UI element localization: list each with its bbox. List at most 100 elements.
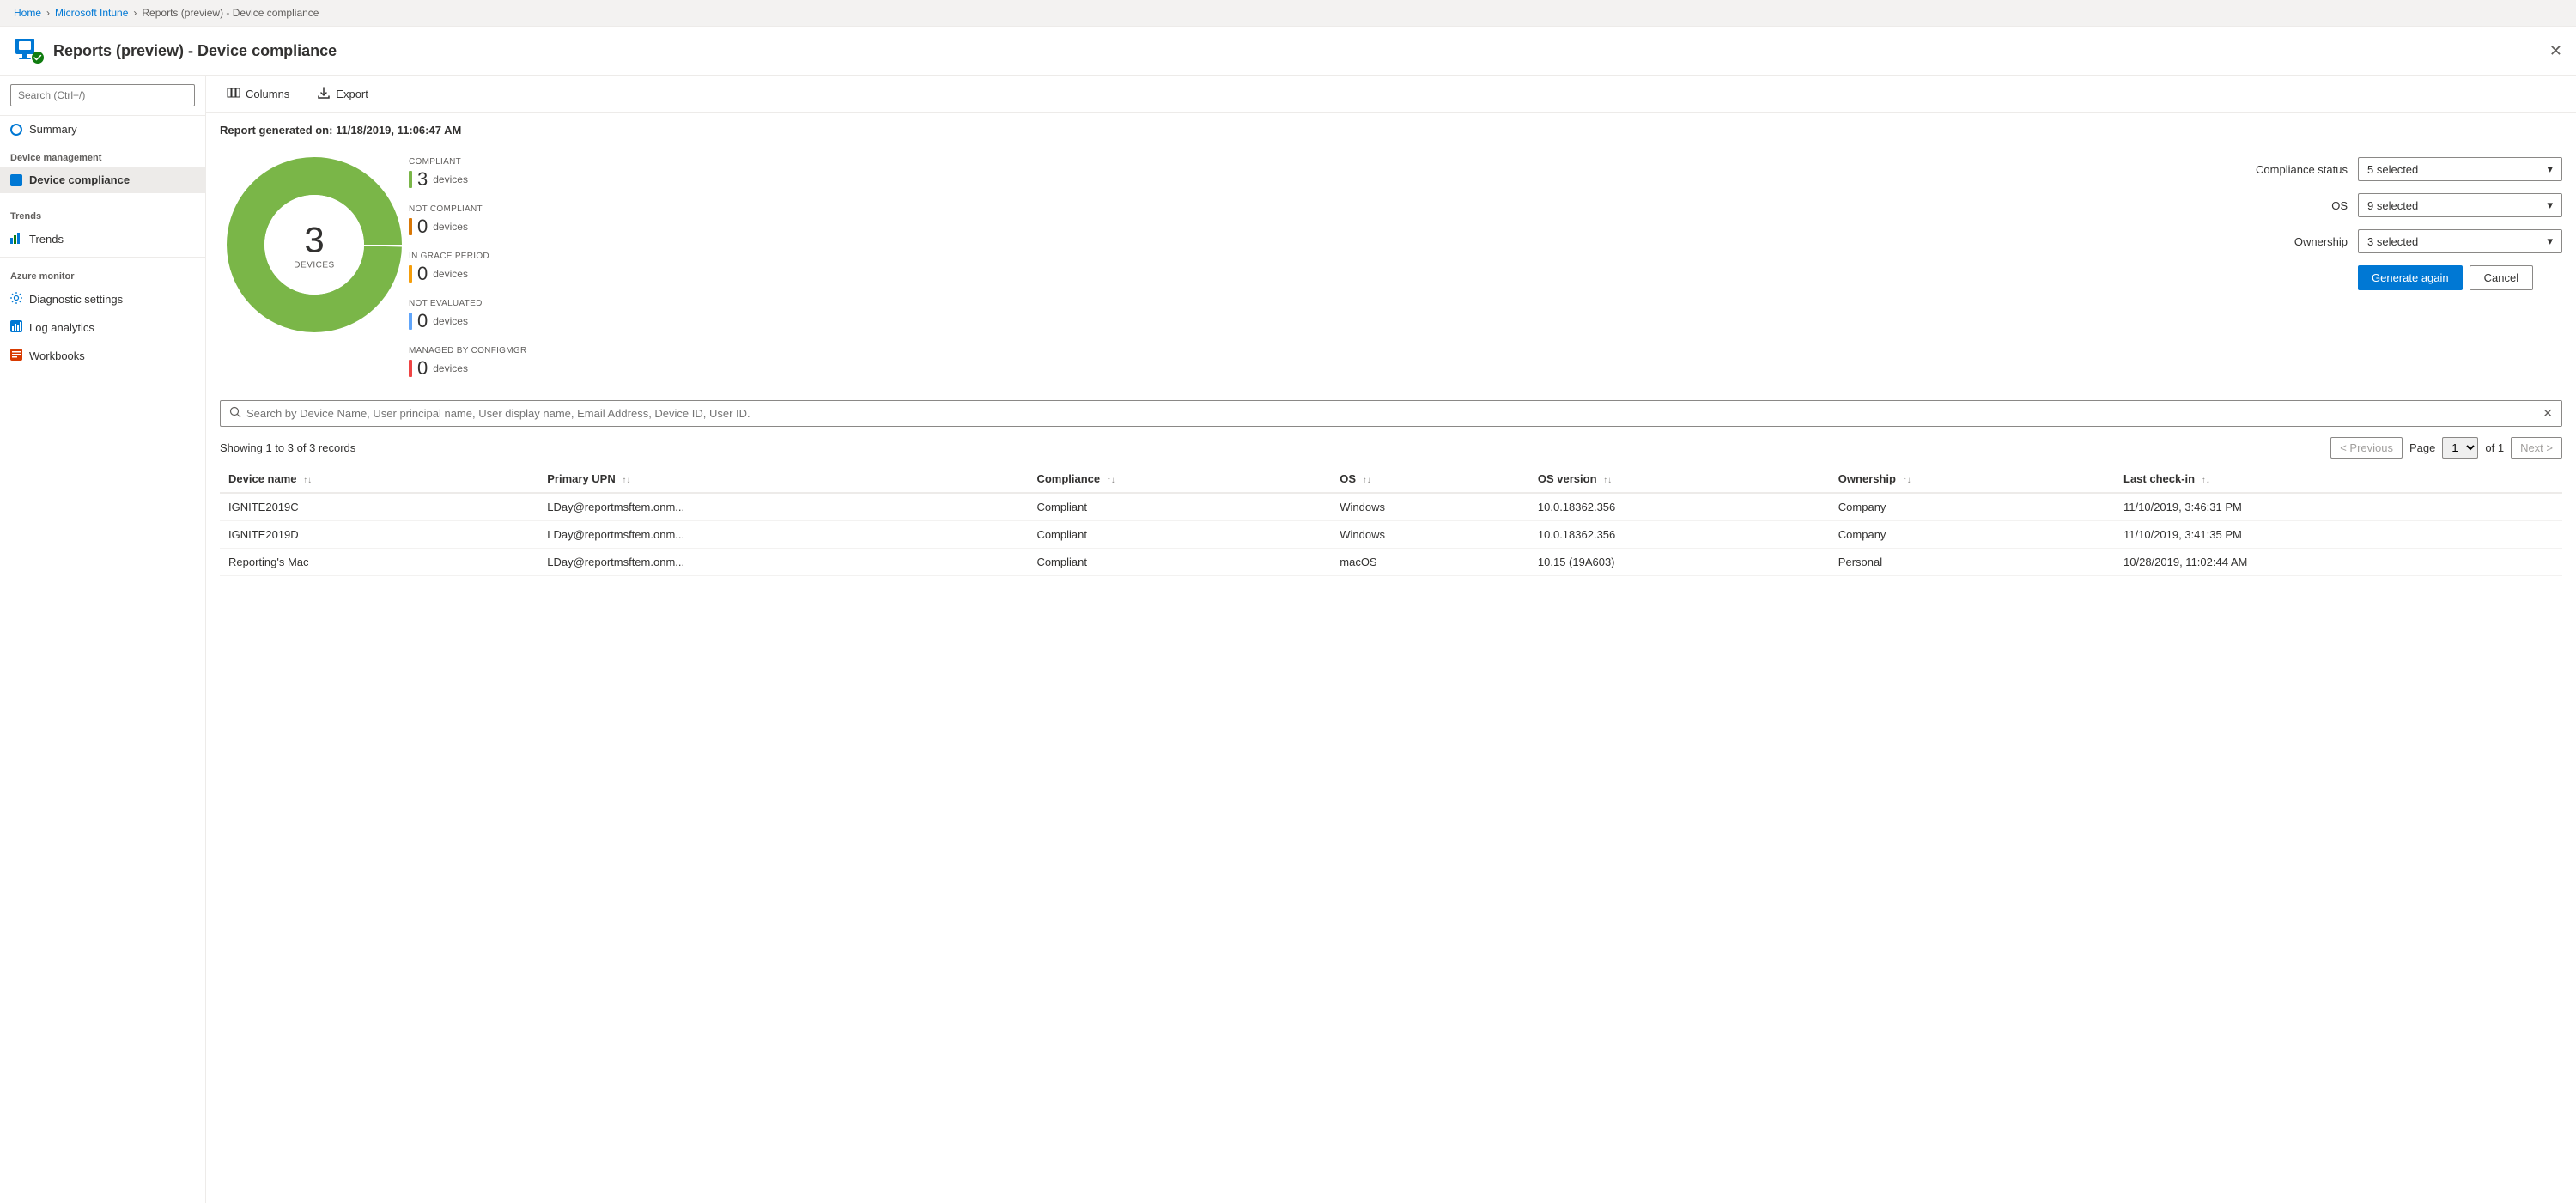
- chevron-down-icon: ▾: [2547, 162, 2553, 176]
- legend-compliant: COMPLIANT 3 devices: [409, 157, 546, 191]
- cell-compliance: Compliant: [1028, 521, 1331, 549]
- col-os[interactable]: OS ↑↓: [1331, 465, 1529, 493]
- data-table: Device name ↑↓ Primary UPN ↑↓ Compliance…: [220, 465, 2562, 576]
- col-last-checkin[interactable]: Last check-in ↑↓: [2115, 465, 2562, 493]
- breadcrumb: Home › Microsoft Intune › Reports (previ…: [0, 0, 2576, 27]
- cell-primary-upn: LDay@reportmsftem.onm...: [538, 521, 1028, 549]
- cell-os: macOS: [1331, 549, 1529, 576]
- columns-icon: [227, 86, 240, 102]
- table-row: IGNITE2019C LDay@reportmsftem.onm... Com…: [220, 493, 2562, 521]
- search-section: ✕: [206, 393, 2576, 434]
- sidebar-item-label: Summary: [29, 123, 77, 136]
- pagination: < Previous Page 1 of 1 Next >: [2330, 437, 2562, 459]
- search-icon: [229, 406, 241, 421]
- next-button[interactable]: Next >: [2511, 437, 2562, 459]
- export-button[interactable]: Export: [310, 82, 375, 106]
- cell-os-version: 10.0.18362.356: [1529, 521, 1830, 549]
- cell-primary-upn: LDay@reportmsftem.onm...: [538, 549, 1028, 576]
- records-count: Showing 1 to 3 of 3 records: [220, 441, 355, 454]
- device-icon: [10, 174, 22, 186]
- compliance-status-select[interactable]: 5 selected ▾: [2358, 157, 2562, 181]
- analytics-icon: [10, 320, 22, 335]
- os-filter: OS 9 selected ▾: [2253, 193, 2562, 217]
- section-label-azure-monitor: Azure monitor: [0, 261, 205, 285]
- table-row: IGNITE2019D LDay@reportmsftem.onm... Com…: [220, 521, 2562, 549]
- chart-legend: COMPLIANT 3 devices NOT COMPLIANT 0 dev: [409, 150, 546, 380]
- sidebar-item-label: Device compliance: [29, 173, 130, 186]
- cell-os-version: 10.15 (19A603): [1529, 549, 1830, 576]
- chart-center-label: DEVICES: [294, 261, 334, 270]
- generate-again-button[interactable]: Generate again: [2358, 265, 2463, 290]
- page-title: Reports (preview) - Device compliance: [53, 42, 337, 60]
- circle-icon: [10, 124, 22, 136]
- sidebar-item-device-compliance[interactable]: Device compliance: [0, 167, 205, 193]
- records-info: Showing 1 to 3 of 3 records < Previous P…: [206, 434, 2576, 465]
- cell-ownership: Company: [1830, 521, 2115, 549]
- legend-configmgr: MANAGED BY CONFIGMGR 0 devices: [409, 346, 546, 380]
- section-label-trends: Trends: [0, 201, 205, 225]
- table-search-input[interactable]: [246, 407, 2537, 420]
- compliance-status-value: 5 selected: [2367, 163, 2418, 176]
- ownership-filter: Ownership 3 selected ▾: [2253, 229, 2562, 253]
- col-device-name[interactable]: Device name ↑↓: [220, 465, 538, 493]
- cell-ownership: Personal: [1830, 549, 2115, 576]
- search-input[interactable]: [10, 84, 195, 106]
- chevron-down-icon: ▾: [2547, 198, 2553, 212]
- section-label-device-mgmt: Device management: [0, 143, 205, 167]
- data-table-container: Device name ↑↓ Primary UPN ↑↓ Compliance…: [206, 465, 2576, 576]
- sidebar-item-trends[interactable]: Trends: [0, 225, 205, 253]
- sidebar-item-label: Diagnostic settings: [29, 293, 123, 306]
- breadcrumb-home[interactable]: Home: [14, 7, 41, 19]
- cell-device-name: IGNITE2019C: [220, 493, 538, 521]
- col-os-version[interactable]: OS version ↑↓: [1529, 465, 1830, 493]
- legend-not-evaluated: NOT EVALUATED 0 devices: [409, 299, 546, 332]
- sidebar-item-label: Trends: [29, 233, 64, 246]
- sidebar-item-label: Workbooks: [29, 349, 85, 362]
- col-compliance[interactable]: Compliance ↑↓: [1028, 465, 1331, 493]
- table-row: Reporting's Mac LDay@reportmsftem.onm...…: [220, 549, 2562, 576]
- cell-compliance: Compliant: [1028, 493, 1331, 521]
- page-select[interactable]: 1: [2442, 437, 2478, 459]
- toolbar: Columns Export: [206, 76, 2576, 113]
- cancel-button[interactable]: Cancel: [2470, 265, 2533, 290]
- ownership-label: Ownership: [2253, 235, 2348, 248]
- sidebar-item-log-analytics[interactable]: Log analytics: [0, 313, 205, 342]
- bar-icon: [10, 232, 22, 246]
- sidebar-item-diagnostic-settings[interactable]: Diagnostic settings: [0, 285, 205, 313]
- donut-chart: 3 DEVICES: [220, 150, 409, 339]
- columns-button[interactable]: Columns: [220, 82, 296, 106]
- close-button[interactable]: ✕: [2549, 42, 2562, 60]
- cell-ownership: Company: [1830, 493, 2115, 521]
- cell-primary-upn: LDay@reportmsftem.onm...: [538, 493, 1028, 521]
- cell-os-version: 10.0.18362.356: [1529, 493, 1830, 521]
- breadcrumb-intune[interactable]: Microsoft Intune: [55, 7, 128, 19]
- cell-last-checkin: 11/10/2019, 3:41:35 PM: [2115, 521, 2562, 549]
- previous-button[interactable]: < Previous: [2330, 437, 2403, 459]
- os-select[interactable]: 9 selected ▾: [2358, 193, 2562, 217]
- sidebar-item-summary[interactable]: Summary: [0, 116, 205, 143]
- os-label: OS: [2253, 199, 2348, 212]
- sidebar-item-workbooks[interactable]: Workbooks: [0, 342, 205, 370]
- cell-os: Windows: [1331, 493, 1529, 521]
- cell-device-name: Reporting's Mac: [220, 549, 538, 576]
- page-of: of 1: [2485, 441, 2504, 454]
- ownership-value: 3 selected: [2367, 235, 2418, 248]
- export-icon: [317, 86, 331, 102]
- sidebar-item-label: Log analytics: [29, 321, 94, 334]
- col-ownership[interactable]: Ownership ↑↓: [1830, 465, 2115, 493]
- compliance-status-label: Compliance status: [2253, 163, 2348, 176]
- cell-last-checkin: 10/28/2019, 11:02:44 AM: [2115, 549, 2562, 576]
- search-clear-button[interactable]: ✕: [2543, 406, 2553, 421]
- chart-center-value: 3: [294, 220, 334, 261]
- export-label: Export: [336, 88, 368, 100]
- compliance-status-filter: Compliance status 5 selected ▾: [2253, 157, 2562, 181]
- col-primary-upn[interactable]: Primary UPN ↑↓: [538, 465, 1028, 493]
- sidebar: Summary Device management Device complia…: [0, 76, 206, 1203]
- chevron-down-icon: ▾: [2547, 234, 2553, 248]
- legend-grace-period: IN GRACE PERIOD 0 devices: [409, 252, 546, 285]
- ownership-select[interactable]: 3 selected ▾: [2358, 229, 2562, 253]
- cell-device-name: IGNITE2019D: [220, 521, 538, 549]
- cell-last-checkin: 11/10/2019, 3:46:31 PM: [2115, 493, 2562, 521]
- legend-not-compliant: NOT COMPLIANT 0 devices: [409, 204, 546, 238]
- cell-os: Windows: [1331, 521, 1529, 549]
